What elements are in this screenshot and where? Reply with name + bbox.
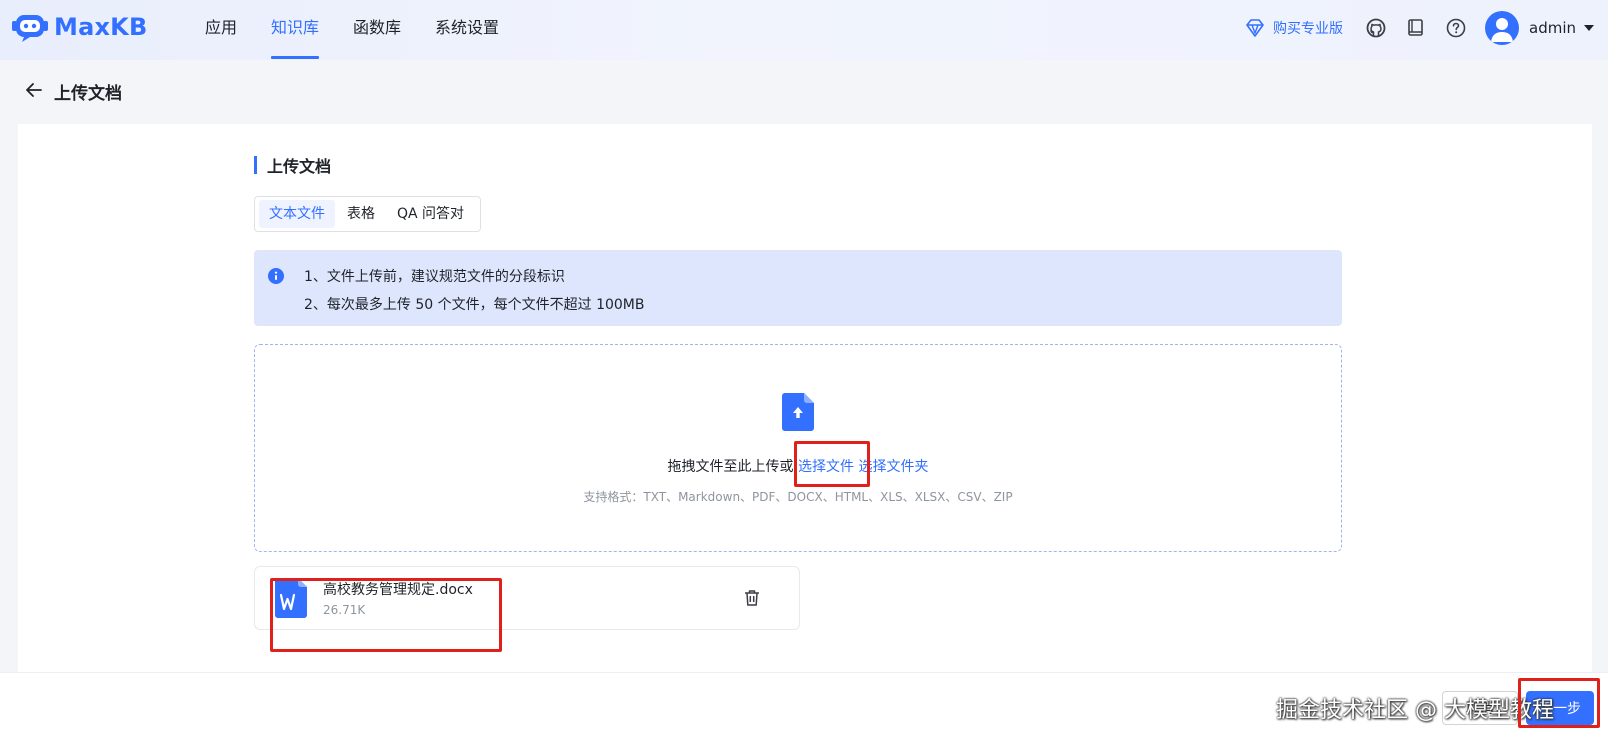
supported-formats: 支持格式：TXT、Markdown、PDF、DOCX、HTML、XLS、XLSX… <box>583 490 1013 504</box>
annotation-box-select-file <box>794 441 870 487</box>
section-title-text: 上传文档 <box>267 157 332 176</box>
user-avatar-icon <box>1491 18 1513 42</box>
section-title-bar <box>254 156 257 174</box>
top-navbar: MaxKB 应用 知识库 函数库 系统设置 购买专业版 admin <box>0 0 1608 60</box>
section-title: 上传文档 <box>254 156 332 176</box>
nav-item-settings[interactable]: 系统设置 <box>435 0 499 60</box>
watermark-text: 掘金技术社区 @ 大模型教程 <box>1276 698 1554 723</box>
robot-logo-icon <box>12 15 48 42</box>
back-arrow-icon[interactable] <box>24 80 44 100</box>
avatar <box>1485 11 1519 45</box>
nav-item-apps[interactable]: 应用 <box>205 0 237 60</box>
help-icon <box>1446 18 1466 38</box>
github-button[interactable] <box>1365 17 1387 39</box>
annotation-box-next-button <box>1518 678 1600 728</box>
page-header: 上传文档 <box>0 60 1608 124</box>
nav-item-functions[interactable]: 函数库 <box>353 0 401 60</box>
github-icon <box>1366 18 1386 38</box>
main-nav: 应用 知识库 函数库 系统设置 <box>205 0 533 60</box>
logo[interactable]: MaxKB <box>12 12 147 42</box>
tab-text-file[interactable]: 文本文件 <box>259 200 335 228</box>
help-button[interactable] <box>1445 17 1467 39</box>
docs-button[interactable] <box>1405 17 1427 39</box>
header-actions: 购买专业版 admin <box>1245 0 1594 56</box>
upload-notice: 1、文件上传前，建议规范文件的分段标识 2、每次最多上传 50 个文件，每个文件… <box>254 250 1342 326</box>
dropzone-prompt-text: 拖拽文件至此上传或 <box>667 459 794 475</box>
delete-icon[interactable] <box>743 589 761 607</box>
user-name: admin <box>1529 19 1576 37</box>
page-title: 上传文档 <box>54 84 122 104</box>
diamond-icon <box>1246 19 1264 37</box>
file-upload-icon <box>782 393 814 431</box>
caret-down-icon <box>1584 25 1594 31</box>
notice-line-2: 2、每次最多上传 50 个文件，每个文件不超过 100MB <box>304 297 645 313</box>
tab-qa-pairs[interactable]: QA 问答对 <box>387 200 474 228</box>
nav-item-knowledge-base[interactable]: 知识库 <box>271 0 320 60</box>
book-icon <box>1408 19 1423 36</box>
user-menu[interactable]: admin <box>1485 11 1594 45</box>
brand-name: MaxKB <box>54 13 148 41</box>
buy-pro-link[interactable]: 购买专业版 <box>1245 18 1343 38</box>
tab-table[interactable]: 表格 <box>337 200 385 228</box>
annotation-box-uploaded-file <box>270 578 502 652</box>
file-type-tabs: 文本文件 表格 QA 问答对 <box>254 196 482 232</box>
app-root: MaxKB 应用 知识库 函数库 系统设置 购买专业版 admin 上传文档 上… <box>0 0 1608 742</box>
upload-card: 上传文档 文本文件 表格 QA 问答对 1、文件上传前，建议规范文件的分段标识 … <box>18 124 1592 672</box>
notice-line-1: 1、文件上传前，建议规范文件的分段标识 <box>304 269 565 285</box>
info-icon <box>268 268 284 284</box>
buy-pro-label: 购买专业版 <box>1273 21 1343 37</box>
